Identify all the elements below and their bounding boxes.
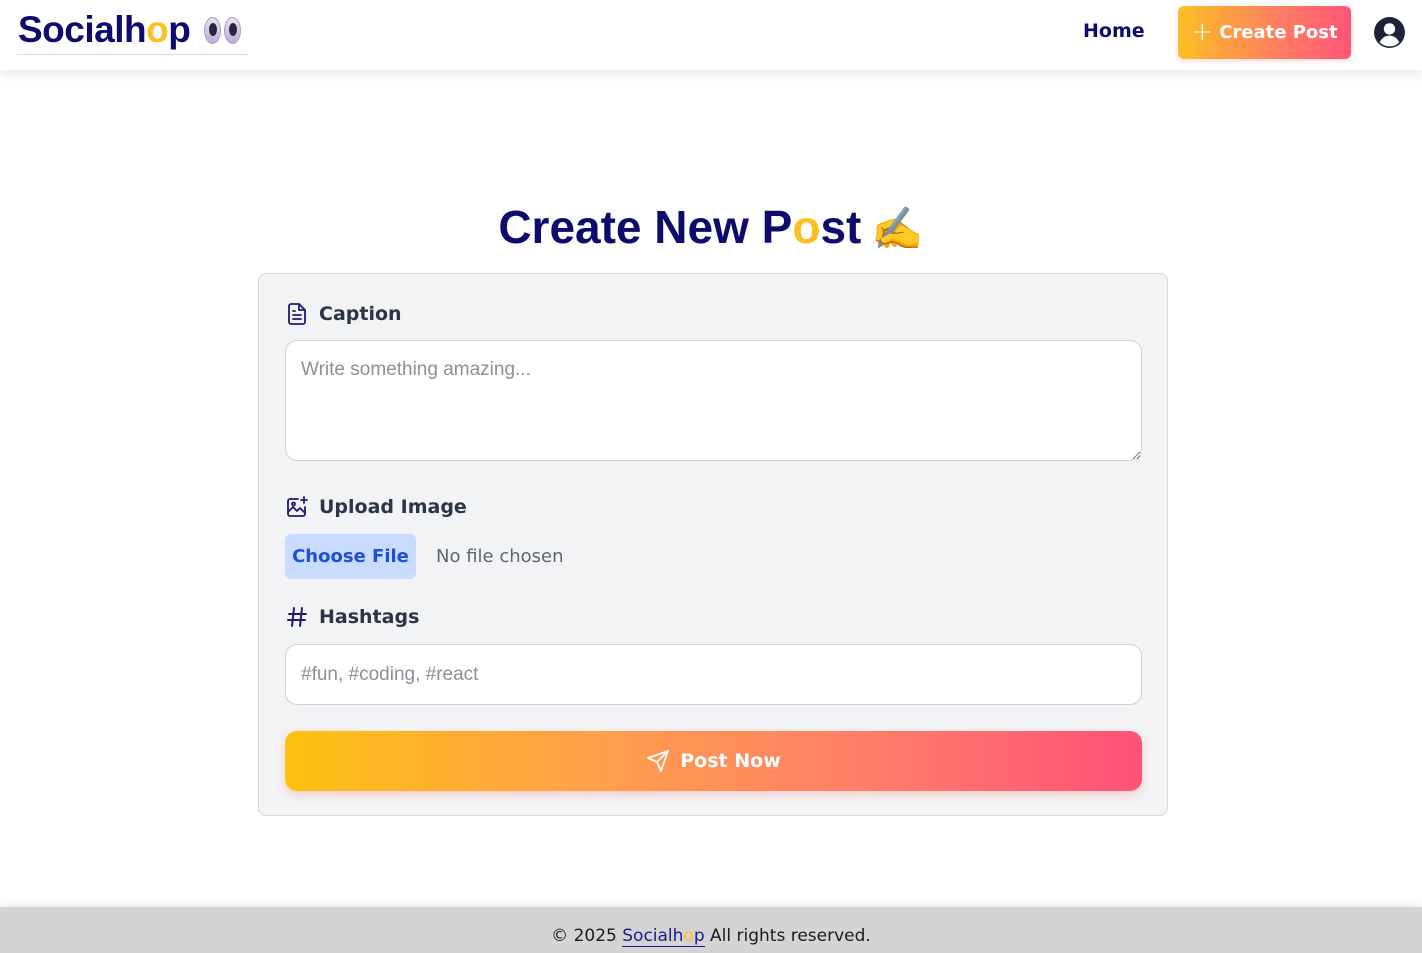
- document-icon: [288, 303, 306, 325]
- file-status-text: No file chosen: [436, 546, 564, 567]
- footer-rights: All rights reserved.: [710, 926, 871, 946]
- hash-icon: [287, 607, 307, 627]
- choose-file-button[interactable]: Choose File: [285, 534, 416, 579]
- file-input: Choose File No file chosen: [285, 534, 564, 579]
- create-post-button[interactable]: + Create Post: [1178, 6, 1351, 59]
- hashtags-input[interactable]: [285, 644, 1142, 705]
- image-plus-icon: [287, 496, 308, 517]
- footer-brand-link[interactable]: Socialhop: [622, 926, 705, 947]
- caption-label: Caption: [285, 302, 402, 326]
- user-circle-icon[interactable]: [1373, 16, 1406, 49]
- eyes-icon: [204, 16, 242, 44]
- create-post-label: Create Post: [1219, 22, 1338, 43]
- navbar: Socialhop Home + Create Post: [0, 0, 1422, 70]
- upload-image-label: Upload Image: [285, 495, 467, 519]
- nav-home-link[interactable]: Home: [1083, 20, 1145, 42]
- footer-copyright: © 2025: [551, 926, 617, 946]
- create-post-form: Caption Upload Image Choose File No file…: [258, 273, 1168, 816]
- page-title: Create New Post ✍️: [498, 201, 924, 253]
- plus-icon: +: [1191, 16, 1214, 47]
- writing-hand-icon: ✍️: [871, 205, 924, 252]
- brand-logo[interactable]: Socialhop: [18, 6, 248, 55]
- caption-input[interactable]: [285, 340, 1142, 461]
- post-now-label: Post Now: [680, 750, 781, 772]
- hashtags-label: Hashtags: [285, 605, 419, 629]
- footer: © 2025 Socialhop All rights reserved.: [0, 907, 1422, 953]
- send-icon: [647, 750, 670, 772]
- post-now-button[interactable]: Post Now: [285, 731, 1142, 791]
- brand-name: Socialhop: [18, 9, 191, 50]
